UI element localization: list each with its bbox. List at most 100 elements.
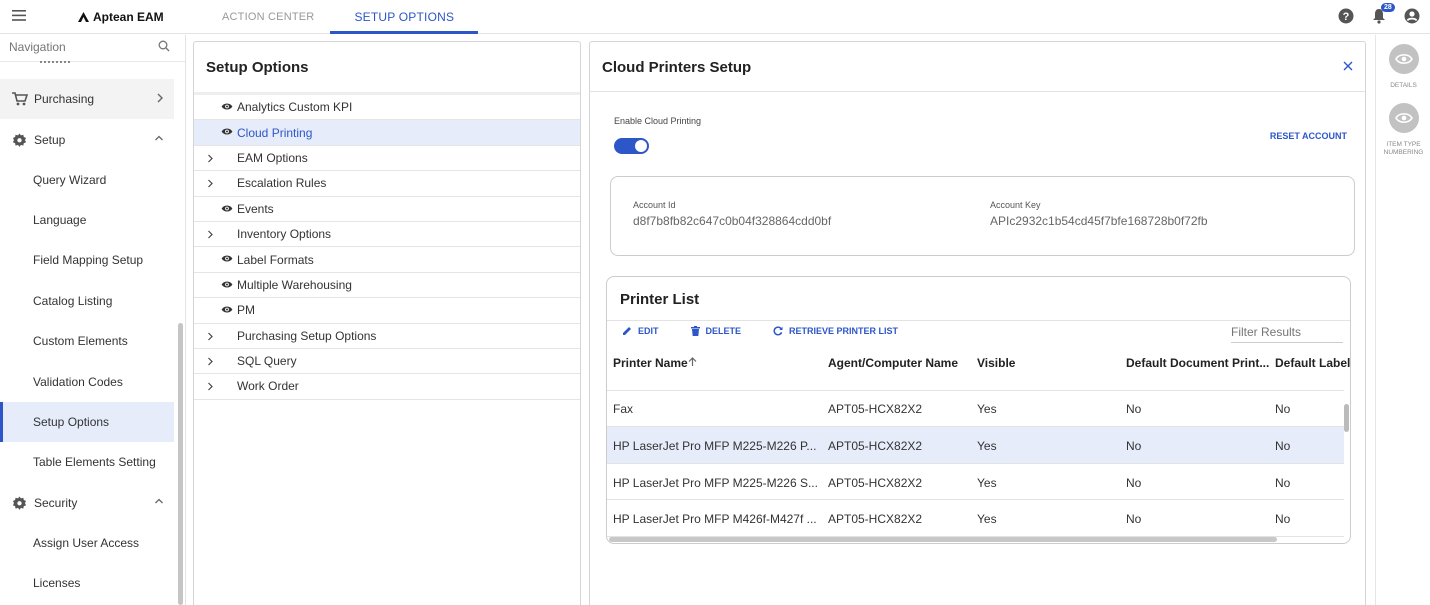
setup-option-label: EAM Options xyxy=(237,150,308,165)
setup-option-label: PM xyxy=(237,303,255,318)
nav-item-language[interactable]: Language xyxy=(0,200,174,240)
nav-item-purchasing[interactable]: Purchasing xyxy=(0,79,174,119)
cell-default-document-printer: No xyxy=(1126,475,1142,490)
chevron-right-icon[interactable] xyxy=(207,382,214,391)
enable-cloud-printing-toggle[interactable] xyxy=(614,138,649,154)
reset-account-button[interactable]: RESET ACCOUNT xyxy=(1270,131,1347,141)
cell-visible: Yes xyxy=(977,402,997,416)
cell-agent-computer-name: APT05-HCX82X2 xyxy=(828,438,923,453)
cloud-printers-title: Cloud Printers Setup xyxy=(602,59,752,76)
setup-option-multiple-warehousing[interactable]: Multiple Warehousing xyxy=(194,273,580,299)
nav-item-query-wizard[interactable]: Query Wizard xyxy=(0,160,174,200)
account-key-label: Account Key xyxy=(990,200,1041,210)
pencil-icon xyxy=(623,327,631,335)
setup-option-purchasing-setup-options[interactable]: Purchasing Setup Options xyxy=(194,324,580,349)
filter-results-input[interactable] xyxy=(1231,322,1343,343)
setup-option-label-formats[interactable]: Label Formats xyxy=(194,247,580,273)
column-header-default-label-printer[interactable]: Default Label I xyxy=(1275,356,1350,370)
nav-item-setup-options[interactable]: Setup Options xyxy=(0,402,174,442)
setup-option-sql-query[interactable]: SQL Query xyxy=(194,349,580,375)
notification-badge: 28 xyxy=(1381,3,1395,12)
chevron-right-icon[interactable] xyxy=(207,154,214,163)
setup-option-label: Escalation Rules xyxy=(237,176,327,191)
chevron-right-icon[interactable] xyxy=(207,230,214,239)
eye-icon xyxy=(221,127,233,136)
column-header-visible[interactable]: Visible xyxy=(977,356,1015,370)
chevron-right-icon[interactable] xyxy=(207,179,214,188)
rail-details-label: DETAILS xyxy=(1390,82,1417,89)
navigation-search-input[interactable] xyxy=(9,40,159,54)
brand-name: Aptean EAM xyxy=(93,10,164,24)
nav-item-validation-codes[interactable]: Validation Codes xyxy=(0,362,174,402)
delete-button[interactable]: DELETE xyxy=(690,326,742,336)
tab-action-center[interactable]: ACTION CENTER xyxy=(206,0,330,34)
cell-agent-computer-name: APT05-HCX82X2 xyxy=(828,402,923,416)
chevron-right-icon[interactable] xyxy=(207,357,214,366)
table-vertical-scrollbar[interactable] xyxy=(1344,404,1349,432)
printer-table-row[interactable]: HP LaserJet Pro MFP M225-M226 S... APT05-… xyxy=(607,464,1344,501)
rail-item-type-numbering-button[interactable]: ITEM TYPE NUMBERING xyxy=(1376,103,1430,157)
cell-agent-computer-name: APT05-HCX82X2 xyxy=(828,475,923,490)
account-id-label: Account Id xyxy=(633,200,676,210)
eye-icon xyxy=(1388,44,1419,74)
menu-icon[interactable] xyxy=(12,10,26,21)
table-horizontal-scrollbar[interactable] xyxy=(609,537,1277,542)
setup-option-cloud-printing[interactable]: Cloud Printing xyxy=(194,120,580,146)
tab-setup-options[interactable]: SETUP OPTIONS xyxy=(330,0,479,34)
notifications-button[interactable]: 28 xyxy=(1372,3,1395,24)
retrieve-printer-list-button[interactable]: RETRIEVE PRINTER LIST xyxy=(773,326,898,336)
gear-icon xyxy=(12,495,30,511)
setup-option-escalation-rules[interactable]: Escalation Rules xyxy=(194,171,580,197)
top-bar: Aptean EAM ACTION CENTER SETUP OPTIONS ?… xyxy=(0,0,1430,34)
printer-table-row[interactable]: Fax APT05-HCX82X2 Yes No No xyxy=(607,390,1344,427)
setup-option-inventory-options[interactable]: Inventory Options xyxy=(194,222,580,248)
nav-item-field-mapping-setup[interactable]: Field Mapping Setup xyxy=(0,240,174,280)
setup-options-tree: Analytics Custom KPI Cloud Printing EAM Op… xyxy=(194,92,580,400)
eye-icon xyxy=(221,102,233,111)
close-icon[interactable] xyxy=(1343,61,1353,71)
column-header-default-document-printer[interactable]: Default Document Print... xyxy=(1126,356,1269,370)
nav-item-custom-elements[interactable]: Custom Elements xyxy=(0,321,174,361)
nav-item-licenses[interactable]: Licenses xyxy=(0,563,174,603)
chevron-right-icon[interactable] xyxy=(207,332,214,341)
setup-option-work-order[interactable]: Work Order xyxy=(194,374,580,400)
nav-item-label: Security xyxy=(34,496,78,510)
setup-option-events[interactable]: Events xyxy=(194,197,580,222)
eye-icon xyxy=(221,280,233,289)
rail-details-button[interactable]: DETAILS xyxy=(1376,44,1430,90)
nav-item-catalog-listing[interactable]: Catalog Listing xyxy=(0,281,174,321)
account-info-card: Account Id d8f7b8fb82c647c0b04f328864cdd… xyxy=(610,176,1355,256)
nav-item-setup[interactable]: Setup xyxy=(0,120,174,160)
nav-scrollbar[interactable] xyxy=(178,323,183,605)
chevron-up-icon xyxy=(154,497,164,505)
column-header-printer-name[interactable]: Printer Name xyxy=(613,356,688,370)
setup-option-pm[interactable]: PM xyxy=(194,298,580,324)
nav-item-label: Purchasing xyxy=(34,92,95,106)
column-header-agent-computer-name[interactable]: Agent/Computer Name xyxy=(828,356,958,370)
partial-item-fragment xyxy=(40,61,70,64)
printer-table-row[interactable]: HP LaserJet Pro MFP M225-M226 P... APT05-… xyxy=(607,426,1344,464)
chevron-right-icon xyxy=(156,93,164,103)
help-icon[interactable]: ? xyxy=(1338,8,1354,24)
account-icon[interactable] xyxy=(1404,8,1420,24)
nav-item-table-elements-setting[interactable]: Table Elements Setting xyxy=(0,442,174,482)
brand-logo[interactable]: Aptean EAM xyxy=(78,10,164,24)
nav-item-assign-user-access[interactable]: Assign User Access xyxy=(0,523,174,563)
eye-icon xyxy=(1388,103,1419,133)
nav-item-security[interactable]: Security xyxy=(0,483,174,523)
delete-label: DELETE xyxy=(705,326,742,336)
printer-table-row[interactable]: HP LaserJet Pro MFP M426f-M427f ... APT05… xyxy=(607,500,1344,538)
cell-default-label-printer: No xyxy=(1275,402,1291,416)
aptean-logo-icon xyxy=(78,12,89,22)
search-icon[interactable] xyxy=(158,40,170,52)
edit-button[interactable]: EDIT xyxy=(622,326,659,336)
setup-option-eam-options[interactable]: EAM Options xyxy=(194,146,580,172)
arrow-up-icon[interactable] xyxy=(688,357,697,367)
setup-options-panel: Setup Options Analytics Custom KPI Cloud … xyxy=(193,41,581,605)
setup-option-label: Work Order xyxy=(237,379,299,394)
cell-printer-name: HP LaserJet Pro MFP M225-M226 P... xyxy=(613,438,817,453)
eye-icon xyxy=(221,305,233,314)
setup-option-analytics-custom-kpi[interactable]: Analytics Custom KPI xyxy=(194,95,580,121)
eye-icon xyxy=(221,204,233,213)
setup-option-label: SQL Query xyxy=(237,354,297,369)
